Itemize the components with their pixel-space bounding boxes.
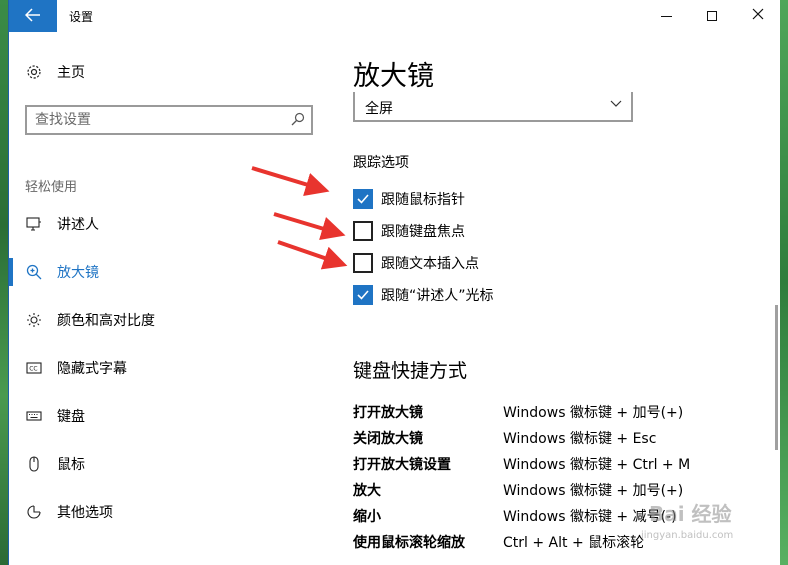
close-icon xyxy=(752,8,764,24)
sidebar-item-label: 鼠标 xyxy=(57,457,85,473)
sidebar: 主页 轻松使用 讲述人 放大镜 颜色和高对比度 xyxy=(9,32,329,565)
shortcut-keys: Windows 徽标键 + Esc xyxy=(503,431,657,447)
window-title: 设置 xyxy=(69,10,94,24)
chevron-down-icon xyxy=(609,96,623,113)
shortcut-row: 打开放大镜设置 Windows 徽标键 + Ctrl + M xyxy=(353,452,773,474)
scrollbar[interactable] xyxy=(775,305,778,450)
title-bar: 设置 xyxy=(9,0,780,32)
other-options-icon xyxy=(25,503,43,521)
sidebar-item-closed-captions[interactable]: CC 隐藏式字幕 xyxy=(25,356,315,380)
back-button[interactable] xyxy=(9,0,57,32)
brightness-icon xyxy=(25,311,43,329)
gear-icon xyxy=(25,63,43,81)
minimize-icon xyxy=(660,15,672,17)
shortcut-name: 关闭放大镜 xyxy=(353,431,423,447)
checkbox[interactable] xyxy=(353,189,373,209)
follow-text-cursor-checkbox-row[interactable]: 跟随文本插入点 xyxy=(353,252,479,274)
sidebar-item-label: 放大镜 xyxy=(57,265,99,281)
checkbox-label: 跟随键盘焦点 xyxy=(381,224,465,240)
watermark-logo: Bai 经验 xyxy=(649,502,732,526)
svg-text:CC: CC xyxy=(29,366,37,373)
sidebar-item-label: 键盘 xyxy=(57,409,85,425)
keyboard-icon xyxy=(25,407,43,425)
checkbox-label: 跟随“讲述人”光标 xyxy=(381,288,494,304)
sidebar-item-magnifier[interactable]: 放大镜 xyxy=(25,260,315,284)
follow-narrator-cursor-checkbox-row[interactable]: 跟随“讲述人”光标 xyxy=(353,284,494,306)
checkbox[interactable] xyxy=(353,285,373,305)
sidebar-item-label: 其他选项 xyxy=(57,505,113,521)
narrator-icon xyxy=(25,215,43,233)
active-indicator xyxy=(9,258,13,286)
shortcut-name: 打开放大镜设置 xyxy=(353,457,451,473)
shortcut-row: 关闭放大镜 Windows 徽标键 + Esc xyxy=(353,426,773,448)
search-icon[interactable] xyxy=(291,112,305,130)
shortcut-keys: Windows 徽标键 + 加号(+) xyxy=(503,483,684,499)
mouse-icon xyxy=(25,455,43,473)
checkbox[interactable] xyxy=(353,221,373,241)
arrow-left-icon xyxy=(24,7,41,26)
shortcuts-section-title: 键盘快捷方式 xyxy=(353,360,468,382)
checkbox[interactable] xyxy=(353,253,373,273)
closed-caption-icon: CC xyxy=(25,359,43,377)
main-content: 放大镜 全屏 跟踪选项 跟随鼠标指针 跟随键盘焦点 跟随文本插入点 跟随“讲述人… xyxy=(349,32,779,565)
maximize-icon xyxy=(707,11,717,21)
magnifier-icon xyxy=(25,263,43,281)
shortcut-name: 使用鼠标滚轮缩放 xyxy=(353,535,465,551)
tracking-section-title: 跟踪选项 xyxy=(353,155,409,171)
checkbox-label: 跟随文本插入点 xyxy=(381,256,479,272)
sidebar-item-label: 颜色和高对比度 xyxy=(57,313,155,329)
shortcut-keys: Ctrl + Alt + 鼠标滚轮 xyxy=(503,535,645,551)
search-input[interactable] xyxy=(35,111,275,129)
search-box xyxy=(25,105,313,135)
sidebar-item-label: 讲述人 xyxy=(57,217,99,233)
sidebar-item-label: 隐藏式字幕 xyxy=(57,361,127,377)
follow-mouse-checkbox-row[interactable]: 跟随鼠标指针 xyxy=(353,188,465,210)
watermark-url: jingyan.baidu.com xyxy=(641,530,734,541)
shortcut-row: 放大 Windows 徽标键 + 加号(+) xyxy=(353,478,773,500)
checkbox-label: 跟随鼠标指针 xyxy=(381,192,465,208)
close-button[interactable] xyxy=(735,0,780,32)
minimize-button[interactable] xyxy=(643,0,689,32)
sidebar-item-other-options[interactable]: 其他选项 xyxy=(25,500,315,524)
shortcut-name: 打开放大镜 xyxy=(353,405,423,421)
shortcut-row: 打开放大镜 Windows 徽标键 + 加号(+) xyxy=(353,400,773,422)
settings-window: 设置 主页 轻松使用 xyxy=(8,0,780,565)
follow-keyboard-focus-checkbox-row[interactable]: 跟随键盘焦点 xyxy=(353,220,465,242)
sidebar-item-keyboard[interactable]: 键盘 xyxy=(25,404,315,428)
shortcut-keys: Windows 徽标键 + 加号(+) xyxy=(503,405,684,421)
sidebar-item-label: 主页 xyxy=(57,65,85,81)
dropdown-value: 全屏 xyxy=(365,101,393,117)
maximize-button[interactable] xyxy=(689,0,735,32)
shortcut-keys: Windows 徽标键 + Ctrl + M xyxy=(503,457,691,473)
sidebar-item-mouse[interactable]: 鼠标 xyxy=(25,452,315,476)
section-label: 轻松使用 xyxy=(25,180,78,195)
sidebar-item-narrator[interactable]: 讲述人 xyxy=(25,212,315,236)
sidebar-item-color-contrast[interactable]: 颜色和高对比度 xyxy=(25,308,315,332)
sidebar-item-home[interactable]: 主页 xyxy=(25,60,85,84)
page-title: 放大镜 xyxy=(353,61,434,92)
view-mode-dropdown[interactable]: 全屏 xyxy=(353,92,633,122)
shortcut-name: 缩小 xyxy=(353,509,381,525)
shortcut-name: 放大 xyxy=(353,483,381,499)
